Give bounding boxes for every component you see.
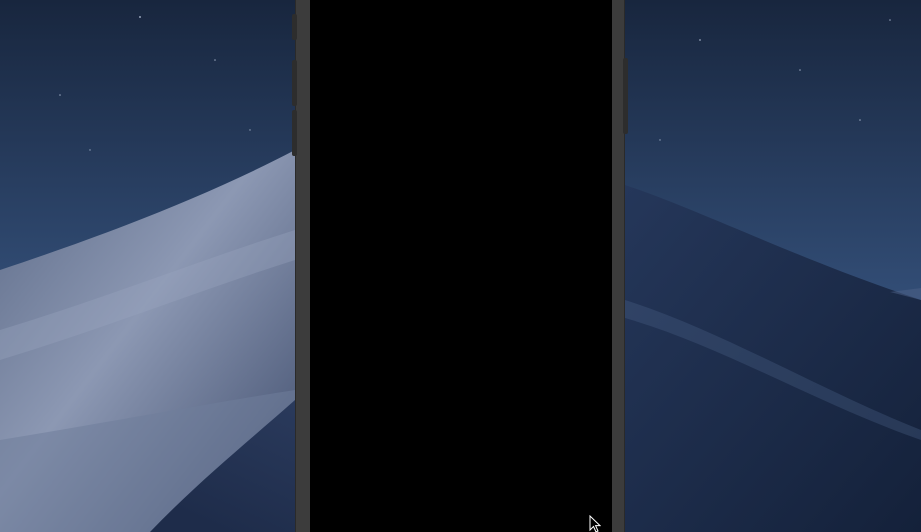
volume-up-button[interactable] — [292, 60, 297, 106]
volume-down-button[interactable] — [292, 110, 297, 156]
power-button[interactable] — [623, 58, 628, 134]
mute-switch[interactable] — [292, 14, 297, 40]
arrow-pointer-icon — [589, 515, 601, 532]
simulator-screen[interactable] — [310, 0, 612, 532]
desktop — [0, 0, 921, 532]
simulator-device-frame — [292, 0, 628, 532]
